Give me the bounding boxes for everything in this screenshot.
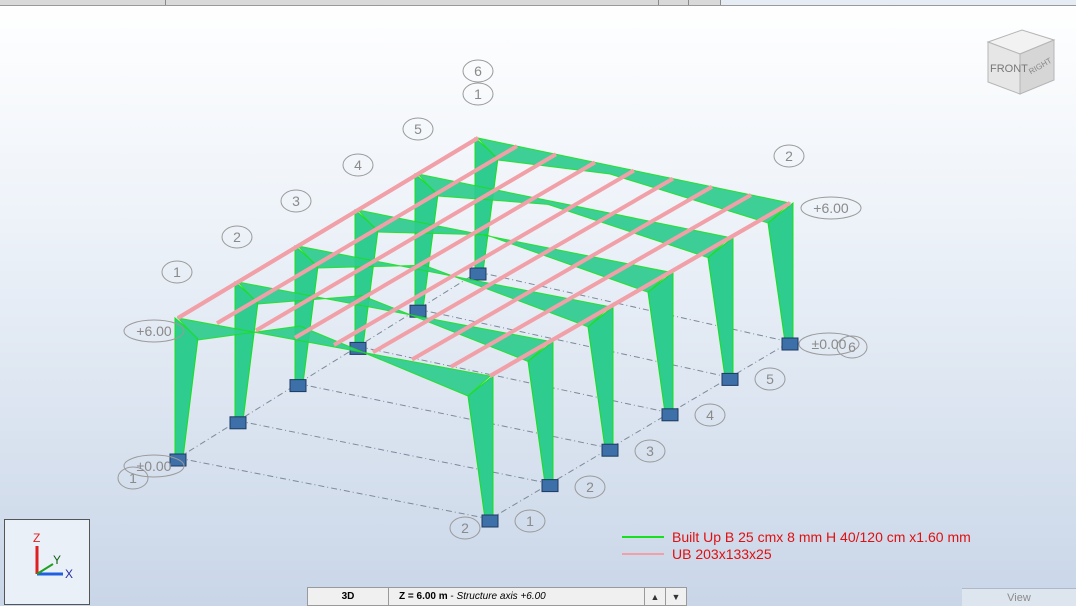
column [527,340,554,485]
view-button[interactable]: View [962,588,1076,606]
axes-gizmo: Z Y X [4,519,90,605]
axis-x-label: X [65,567,73,581]
base-plate [289,379,307,393]
column [647,271,674,414]
rafter [476,137,792,224]
view-cube[interactable]: FRONT RIGHT [982,28,1062,100]
base-plate [481,514,499,528]
base-plate [721,372,739,386]
work-plane-bar[interactable]: 3D Z = 6.00 m - Structure axis +6.00 ▲ ▼ [307,587,687,606]
axis-label-left: 3 [292,193,300,209]
base-plate [541,479,559,493]
legend-swatch [622,552,664,555]
grid-line [177,457,491,520]
axis-label-left: 1 [474,86,482,102]
base-plate [601,443,619,457]
axis-label-right: 2 [586,479,594,495]
grid-line [237,420,551,485]
column [707,236,734,378]
viewcube-front-label[interactable]: FRONT [990,63,1028,75]
grid-line [297,383,611,449]
axis-label-right: 1 [526,513,534,529]
plane-up-button[interactable]: ▲ [644,588,665,605]
level-label: ±0.00 [812,336,847,352]
work-plane-field[interactable]: Z = 6.00 m - Structure axis +6.00 [389,591,644,602]
legend-swatch [622,535,664,538]
section-legend: Built Up B 25 cmx 8 mm H 40/120 cm x1.60… [622,528,971,562]
axis-label-right: 3 [646,443,654,459]
column [767,201,794,343]
legend-label: UB 203x133x25 [672,545,772,562]
axis-label-left: 2 [233,229,241,245]
axis-label-right: 5 [766,371,774,387]
column [467,374,494,520]
rafter [176,317,492,397]
work-plane-desc: Structure axis +6.00 [456,591,546,602]
axis-y-label: Y [53,553,61,567]
3d-viewport[interactable]: 1 2 3 4 5 6 1 1 2 3 4 5 6 1 2 2 +6.00 +6.00 ±0.00 ±0.00 FRO… [0,0,1076,606]
axis-label-left: 1 [173,264,181,280]
axis-label-across: 2 [785,148,793,164]
structure-model[interactable]: 1234561123456122+6.00+6.00±0.00±0.00 [0,0,1076,606]
axis-z-label: Z [33,531,40,545]
axis-label-right: 4 [706,407,714,423]
legend-item-ub: UB 203x133x25 [622,545,971,562]
base-plate [469,267,487,281]
axis-label-left: 6 [474,63,482,79]
base-plate [229,416,247,430]
level-label: +6.00 [136,323,172,339]
base-plate [661,408,679,422]
axis-label-left: 4 [354,157,362,173]
level-label: +6.00 [813,200,849,216]
axis-label-across: 2 [461,520,469,536]
axis-label-left: 5 [414,121,422,137]
base-plate [781,337,799,351]
plane-down-button[interactable]: ▼ [665,588,686,605]
view-mode-field[interactable]: 3D [308,588,389,605]
work-plane-value: Z = 6.00 m [399,591,448,602]
column [174,316,199,459]
legend-label: Built Up B 25 cmx 8 mm H 40/120 cm x1.60… [672,528,971,545]
legend-item-builtup: Built Up B 25 cmx 8 mm H 40/120 cm x1.60… [622,528,971,545]
level-label: ±0.00 [137,458,172,474]
column [587,305,614,449]
